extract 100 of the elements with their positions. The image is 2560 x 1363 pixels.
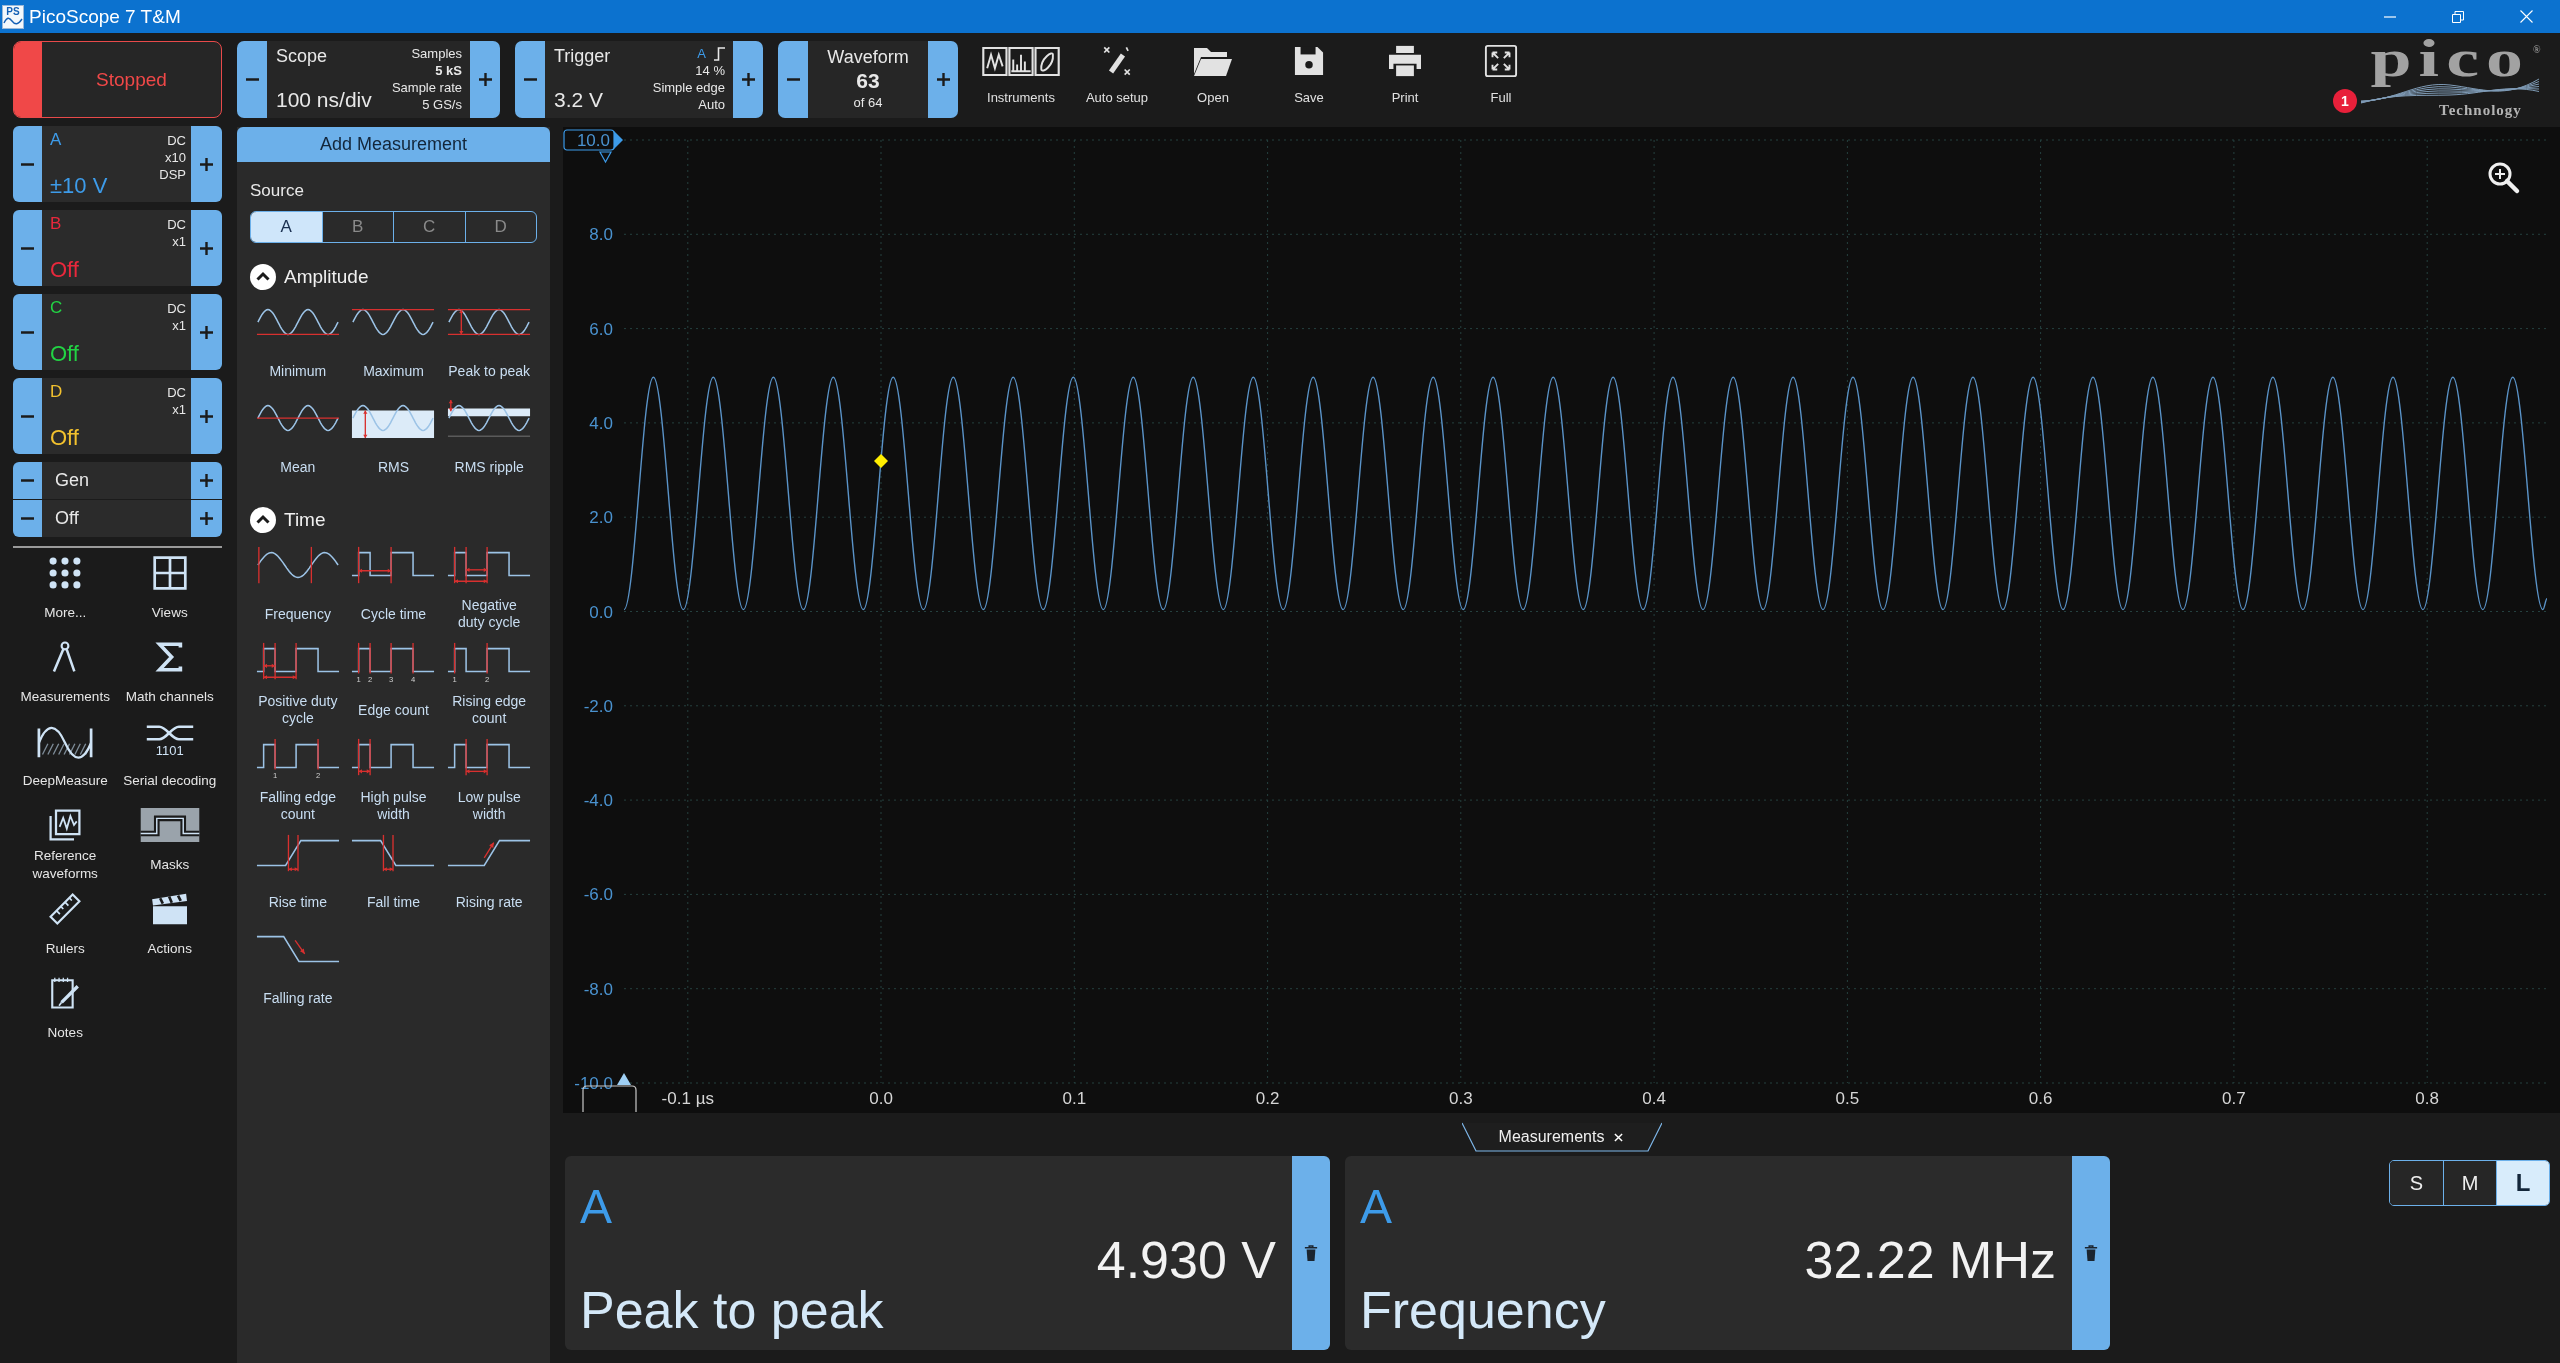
channel-setting: DC <box>167 384 186 401</box>
y-axis-label: 8.0 <box>589 225 613 245</box>
size-option[interactable]: S <box>2390 1161 2443 1205</box>
panel-title: Waveform <box>827 46 909 68</box>
sine-band-icon <box>446 398 533 440</box>
sidebar-tool[interactable]: Views <box>117 555 222 631</box>
increase-button[interactable] <box>191 378 222 454</box>
increase-button[interactable] <box>191 210 222 286</box>
diamond-marker-icon[interactable] <box>874 454 888 468</box>
toolbar-button[interactable]: Save <box>1261 33 1357 126</box>
decrease-button[interactable] <box>13 500 42 537</box>
channel-card[interactable]: A ±10 V DC x10 DSP <box>42 126 191 202</box>
size-option[interactable]: L <box>2496 1161 2549 1205</box>
channel-name: B <box>50 214 63 234</box>
decrease-button[interactable] <box>13 378 42 454</box>
trigger-position: 14 % <box>695 62 725 79</box>
measurement-option[interactable]: Frequency <box>250 545 346 633</box>
waveform-panel[interactable]: Waveform 63 of 64 <box>808 41 928 118</box>
close-button[interactable] <box>1612 1131 1625 1143</box>
app-logo: PS <box>2 4 24 29</box>
sidebar-tool[interactable]: Masks <box>117 807 222 883</box>
sidebar-tool[interactable]: Notes <box>13 975 118 1051</box>
increase-button[interactable] <box>733 41 763 118</box>
triangle-marker-icon[interactable] <box>617 1073 631 1085</box>
decrease-button[interactable] <box>237 41 267 118</box>
ruler-icon <box>48 892 83 926</box>
toolbar-button[interactable]: Full <box>1453 33 1549 126</box>
generator-field[interactable]: Gen <box>42 462 191 499</box>
increase-button[interactable] <box>470 41 500 118</box>
size-option[interactable]: M <box>2443 1161 2496 1205</box>
decrease-button[interactable] <box>515 41 545 118</box>
toolbar-button[interactable]: Auto setup <box>1069 33 1165 126</box>
toolbar-button[interactable]: Open <box>1165 33 1261 126</box>
crossing-lines-icon <box>144 724 195 742</box>
decrease-button[interactable] <box>13 126 42 202</box>
measurement-option[interactable]: RMS <box>345 398 442 486</box>
toolbar-button[interactable]: Print <box>1357 33 1453 126</box>
increase-button[interactable] <box>191 462 222 499</box>
channel-card[interactable]: D Off DC x1 <box>42 378 191 454</box>
measurement-option[interactable]: Maximum <box>345 302 442 390</box>
minus-icon <box>21 479 34 482</box>
trigger-panel[interactable]: Trigger 3.2 V A 14 % Simple edge Auto <box>545 41 733 118</box>
sidebar-tool[interactable]: More... <box>13 555 118 631</box>
channel-range: ±10 V <box>50 174 108 198</box>
sidebar-tool[interactable]: Rulers <box>13 891 118 967</box>
sidebar-tool[interactable]: Math channels <box>117 639 222 715</box>
decrease-button[interactable] <box>13 462 42 499</box>
panel-title: Scope <box>276 45 329 67</box>
measurement-option[interactable]: High pulse width <box>345 737 442 825</box>
measurement-option[interactable]: Falling rate <box>250 929 346 1017</box>
y-axis-label: -10.0 <box>574 1074 613 1093</box>
increase-button[interactable] <box>928 41 958 118</box>
measurement-option[interactable]: Minimum <box>250 302 346 390</box>
waveform-total: of 64 <box>853 94 883 112</box>
measurement-option[interactable]: Rise time <box>250 833 346 921</box>
channel-name: A <box>50 130 63 150</box>
sidebar-tool[interactable]: Reference waveforms <box>13 807 118 883</box>
measurement-option[interactable]: Cycle time <box>345 545 442 633</box>
timebase-panel[interactable]: Scope 100 ns/div Samples 5 kS Sample rate 5 GS/s <box>267 41 470 118</box>
decrease-button[interactable] <box>778 41 808 118</box>
source-tab[interactable]: B <box>321 212 393 242</box>
run-stop-button[interactable]: Stopped <box>13 41 222 118</box>
channel-card[interactable]: B Off DC x1 <box>42 210 191 286</box>
measurement-option[interactable]: Negative duty cycle <box>441 545 537 633</box>
sidebar-tool[interactable]: Measurements <box>13 639 118 715</box>
measurement-option[interactable]: 1 2 Falling edge count <box>250 737 346 825</box>
source-tab[interactable]: A <box>251 212 322 242</box>
measurement-option[interactable]: Positive duty cycle <box>250 641 346 729</box>
measurement-option[interactable]: 1 2 3 4 Edge count <box>345 641 442 729</box>
measurements-tab[interactable]: Measurements <box>1461 1122 1662 1152</box>
measurement-option[interactable]: 1 2 Rising edge count <box>441 641 537 729</box>
measurement-option[interactable]: Low pulse width <box>441 737 537 825</box>
decrease-button[interactable] <box>13 210 42 286</box>
minus-icon <box>21 162 34 166</box>
generator-field[interactable]: Off <box>42 500 191 537</box>
measurement-option[interactable]: Peak to peak <box>441 302 537 390</box>
increase-button[interactable] <box>191 500 222 537</box>
sidebar-tool[interactable]: 1101 Serial decoding <box>117 723 222 799</box>
source-label: Source <box>250 181 304 201</box>
measurement-option[interactable]: RMS ripple <box>441 398 537 486</box>
notification-badge[interactable]: 1 <box>2333 89 2357 113</box>
source-tab[interactable]: D <box>464 212 536 242</box>
edge-number: 2 <box>315 771 320 779</box>
measurement-option[interactable]: Fall time <box>345 833 442 921</box>
plus-icon <box>200 474 213 487</box>
zoom-in-icon[interactable] <box>2488 162 2520 194</box>
decrease-button[interactable] <box>13 294 42 370</box>
measurement-option[interactable]: Mean <box>250 398 346 486</box>
section-header[interactable]: Time <box>250 507 326 533</box>
section-header[interactable]: Amplitude <box>250 264 369 290</box>
sidebar-tool[interactable]: Actions <box>117 891 222 967</box>
plus-icon <box>478 73 492 86</box>
edge-number: 2 <box>485 675 490 683</box>
channel-card[interactable]: C Off DC x1 <box>42 294 191 370</box>
source-tab[interactable]: C <box>393 212 465 242</box>
measurement-option[interactable]: Rising rate <box>441 833 537 921</box>
sidebar-tool[interactable]: DeepMeasure <box>13 723 118 799</box>
toolbar-button[interactable]: Instruments <box>973 33 1069 126</box>
increase-button[interactable] <box>191 126 222 202</box>
increase-button[interactable] <box>191 294 222 370</box>
